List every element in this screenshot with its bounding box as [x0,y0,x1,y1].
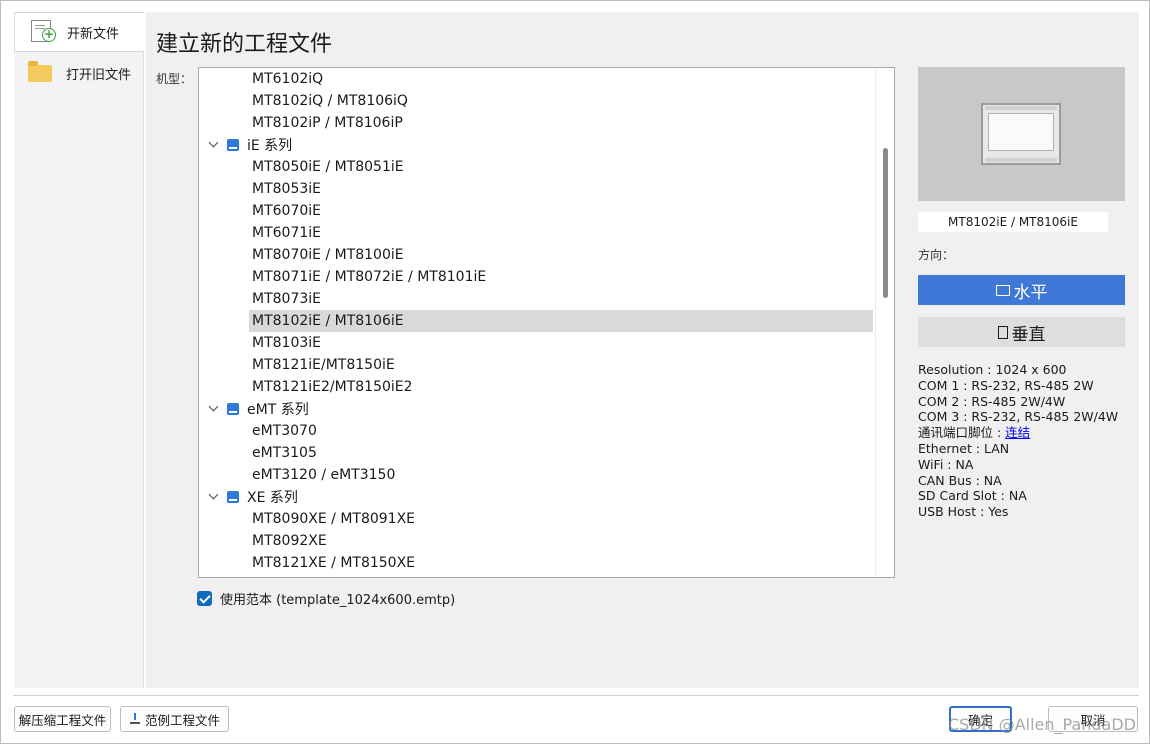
tree-item-label: MT8102iP / MT8106iP [252,115,403,131]
tree-item[interactable]: MT8070iE / MT8100iE [199,244,873,266]
model-tree[interactable]: MT6102iQ MT8102iQ / MT8106iQ MT8102iP / MT… [198,67,895,578]
tree-group[interactable]: eMT 系列 [199,398,873,420]
tree-item-label: MT8102iE / MT8106iE [252,313,404,329]
spec-line: SD Card Slot : NA [918,488,1027,504]
tree-item-label: iE 系列 [247,138,293,154]
tree-item[interactable]: MT8073iE [199,288,873,310]
chevron-down-icon[interactable] [207,490,221,504]
device-group-icon [227,491,239,503]
example-projects-button[interactable]: 范例工程文件 [120,706,229,732]
tree-item[interactable]: MT6070iE [199,200,873,222]
spec-line: Resolution : 1024 x 600 [918,362,1067,377]
new-file-icon: + [29,20,57,44]
tree-item[interactable]: MT8121iE2/MT8150iE2 [199,376,873,398]
device-group-icon [227,139,239,151]
model-label: 机型： [156,72,193,86]
spec-line: Ethernet : LAN [918,440,1010,456]
tree-item[interactable]: MT8102iP / MT8106iP [199,112,873,134]
tree-item[interactable]: eMT3120 / eMT3150 [199,464,873,486]
vertical-label: 垂直 [1011,324,1046,345]
tree-scrollbar[interactable] [875,68,894,577]
tree-item-label: eMT3105 [252,445,317,461]
spec-line: COM 2 : RS-485 2W/4W [918,393,1066,409]
tree-item-label: eMT 系列 [247,402,309,418]
selected-model-name: MT8102iE / MT8106iE [918,212,1108,232]
tree-item-label: MT8121XE / MT8150XE [252,555,416,571]
pinout-label: 通讯端口脚位 : [918,425,1006,441]
landscape-icon [995,284,1010,296]
chevron-down-icon[interactable] [207,402,221,416]
tree-item-label: MT6102iQ [252,71,324,87]
tree-item[interactable]: MT8103iE [199,332,873,354]
tree-item-label: MT8103iE [252,335,321,351]
tree-item[interactable]: MT8121XE / MT8150XE [199,552,873,574]
new-project-dialog: + 开新文件 打开旧文件 建立新的工程文件 机型： MT6102iQ MT8102… [0,0,1150,744]
new-file-item[interactable]: + 开新文件 [14,12,144,52]
chevron-down-icon[interactable] [207,138,221,152]
spec-line: CAN Bus : NA [918,472,1002,488]
spec-line: WiFi : NA [918,456,974,472]
cancel-button[interactable]: 取消 [1048,706,1138,732]
hmi-device-icon [981,103,1061,165]
tree-item[interactable]: eMT3070 [199,420,873,442]
tree-group[interactable]: XE 系列 [199,486,873,508]
tree-item[interactable]: eMT3105 [199,442,873,464]
tree-item[interactable]: MT8071iE / MT8072iE / MT8101iE [199,266,873,288]
tree-item[interactable]: MT6071iE [199,222,873,244]
tree-item-label: MT8121iE2/MT8150iE2 [252,379,413,395]
download-icon [129,713,141,725]
spec-line: COM 1 : RS-232, RS-485 2W [918,377,1094,393]
tree-item-label: MT6071iE [252,225,321,241]
tree-item-label: MT8070iE / MT8100iE [252,247,404,263]
unzip-project-button[interactable]: 解压缩工程文件 [14,706,111,732]
tree-item[interactable]: MT8121iE/MT8150iE [199,354,873,376]
tree-group[interactable]: iE 系列 [199,134,873,156]
tree-item[interactable]: MT8090XE / MT8091XE [199,508,873,530]
tree-item-label: MT6070iE [252,203,321,219]
tree-item-label: MT8102iQ / MT8106iQ [252,93,408,109]
tree-item-label: MT8121iE/MT8150iE [252,357,395,373]
tree-item[interactable]: MT8053iE [199,178,873,200]
horizontal-button[interactable]: 水平 [918,275,1125,305]
example-projects-label: 范例工程文件 [144,712,220,728]
vertical-button[interactable]: 垂直 [918,317,1125,347]
device-group-icon [227,403,239,415]
pinout-link[interactable]: 连结 [1005,425,1030,440]
spec-line: USB Host : Yes [918,504,1009,520]
tree-item-label: eMT3070 [252,423,317,439]
tree-item-label: MT8050iE / MT8051iE [252,159,404,175]
main-panel: 建立新的工程文件 机型： MT6102iQ MT8102iQ / MT8106iQ… [146,12,1139,688]
hmi-preview-image [918,67,1125,201]
open-file-label: 打开旧文件 [66,67,132,83]
tree-item-label: MT8071iE / MT8072iE / MT8101iE [252,269,487,285]
tree-item-label: MT8073iE [252,291,321,307]
scrollbar-thumb[interactable] [883,148,888,298]
tree-item[interactable]: MT8102iQ / MT8106iQ [199,90,873,112]
tree-item[interactable]: MT8092XE [199,530,873,552]
horizontal-label: 水平 [1013,282,1048,303]
use-template-label: 使用范本 (template_1024x600.emtp) [220,593,456,608]
folder-icon [28,61,56,85]
new-file-label: 开新文件 [67,26,120,42]
tree-item-label: MT8053iE [252,181,321,197]
tree-item[interactable]: MT8050iE / MT8051iE [199,156,873,178]
tree-item[interactable]: MT6102iQ [199,68,873,90]
open-file-item[interactable]: 打开旧文件 [14,53,144,93]
use-template-checkbox[interactable] [197,591,212,606]
left-nav-panel: + 开新文件 打开旧文件 [14,12,144,688]
bottom-divider [13,695,1139,696]
ok-button[interactable]: 确定 [949,706,1012,732]
spec-line-pinout: 通讯端口脚位 : 连结 [918,425,1118,441]
use-template-checkbox-row[interactable]: 使用范本 (template_1024x600.emtp) [197,589,455,608]
portrait-icon [997,325,1008,339]
tree-item-label: eMT3120 / eMT3150 [252,467,396,483]
tree-item-label: MT8092XE [252,533,327,549]
tree-item-selected[interactable]: MT8102iE / MT8106iE [249,310,873,332]
page-title: 建立新的工程文件 [156,32,333,57]
model-specs: Resolution : 1024 x 600 COM 1 : RS-232, … [918,362,1118,520]
orientation-label: 方向： [918,248,955,262]
tree-item-label: MT8090XE / MT8091XE [252,511,416,527]
spec-line: COM 3 : RS-232, RS-485 2W/4W [918,409,1119,425]
tree-item-label: XE 系列 [247,490,298,506]
